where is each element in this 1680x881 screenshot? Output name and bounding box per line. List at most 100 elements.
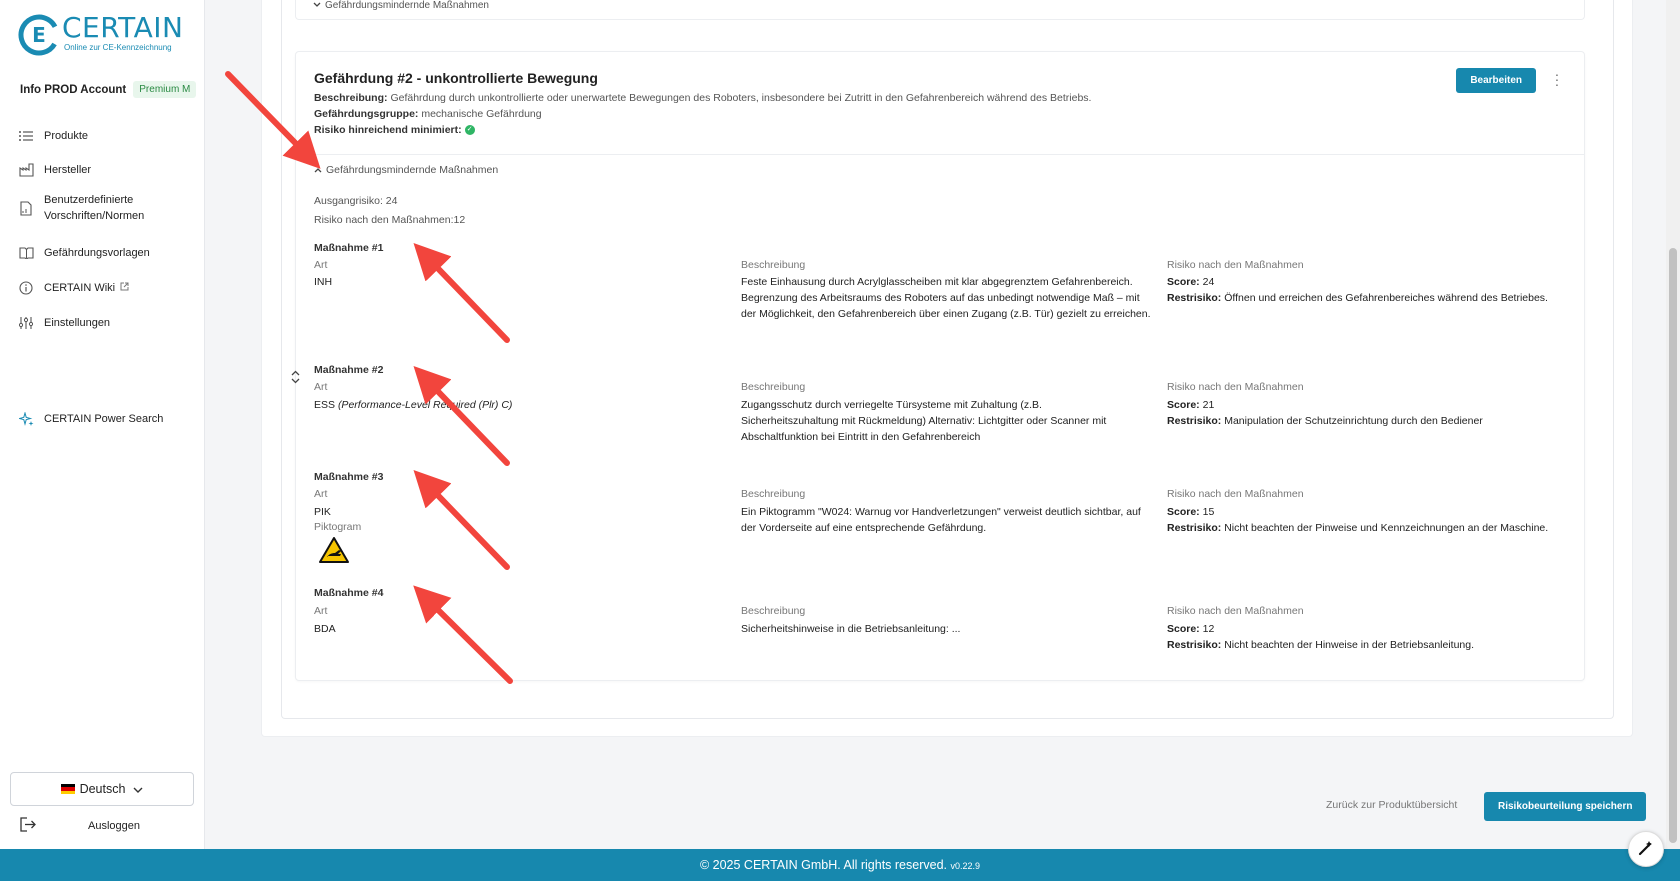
sidebar-item-gefaehrdungsvorlagen[interactable]: Gefährdungsvorlagen: [18, 245, 150, 261]
group-text: mechanische Gefährdung: [421, 108, 542, 120]
hazard-group: Gefährdungsgruppe: mechanische Gefährdun…: [314, 108, 542, 120]
score-value: 12: [1202, 623, 1215, 635]
edit-button[interactable]: Bearbeiten: [1456, 68, 1536, 93]
copyright: © 2025 CERTAIN GmbH. All rights reserved…: [699, 858, 947, 872]
brand-tagline: Online zur CE-Kennzeichnung: [64, 43, 172, 52]
risk-label: Risiko nach den Maßnahmen: [1167, 259, 1304, 271]
sidebar-item-label: CERTAIN Power Search: [44, 413, 164, 425]
chevron-down-icon: [313, 0, 321, 11]
desc-value: Ein Piktogramm "W024: Warnug vor Handver…: [741, 506, 1141, 534]
prev-mitigation-toggle[interactable]: Gefährdungsmindernde Maßnahmen: [313, 0, 489, 11]
sparkle-icon: [18, 411, 34, 427]
back-to-products-link[interactable]: Zurück zur Produktübersicht: [1326, 799, 1457, 811]
more-options-icon[interactable]: · · ·: [1554, 67, 1560, 91]
risk-label: Risiko nach den Maßnahmen: [1167, 488, 1304, 500]
sidebar-item-label: Hersteller: [44, 164, 92, 176]
residual-line: Restrisiko: Öffnen und erreichen des Gef…: [1167, 290, 1567, 306]
mitigation-toggle[interactable]: Gefährdungsmindernde Maßnahmen: [314, 164, 498, 176]
document-icon: [18, 200, 34, 216]
art-extra: (Performance-Level Required (Plr) C): [337, 399, 513, 411]
sidebar-item-einstellungen[interactable]: Einstellungen: [18, 315, 110, 331]
residual-value: Nicht beachten der Pinweise und Kennzeic…: [1224, 522, 1549, 534]
certain-logo[interactable]: E CERTAIN Online zur CE-Kennzeichnung: [18, 14, 183, 56]
desc-value: Feste Einhausung durch Acrylglasscheiben…: [741, 276, 1151, 320]
residual-line: Restrisiko: Manipulation der Schutzeinri…: [1167, 413, 1567, 429]
external-link-icon: [120, 282, 129, 294]
desc-value: Sicherheitshinweise in die Betriebsanlei…: [741, 623, 961, 635]
chevron-down-icon: [133, 782, 143, 796]
version: v0.22.9: [950, 861, 981, 871]
logout-icon: [20, 817, 36, 835]
art-code: ESS: [314, 399, 336, 411]
hazard-minimized: Risiko hinreichend minimiert: ✓: [314, 124, 475, 136]
measure-title: Maßnahme #4: [314, 587, 384, 599]
reorder-chevrons-icon[interactable]: [291, 370, 300, 385]
score-line: Score: 21: [1167, 397, 1214, 413]
sidebar-item-power-search[interactable]: CERTAIN Power Search: [18, 411, 163, 427]
minimized-label: Risiko hinreichend minimiert:: [314, 124, 462, 136]
desc-label: Beschreibung: [741, 381, 806, 393]
info-icon: [18, 280, 34, 296]
score-line: Score: 24: [1167, 274, 1214, 290]
sidebar-item-label: CERTAIN Wiki: [44, 282, 116, 294]
hazard-header: Gefährdung #2 - unkontrollierte Bewegung…: [296, 52, 1584, 155]
sidebar-item-label: Gefährdungsvorlagen: [44, 247, 150, 259]
sliders-icon: [18, 315, 34, 331]
sidebar-item-produkte[interactable]: Produkte: [18, 128, 88, 144]
page-scrollbar[interactable]: [1666, 0, 1680, 849]
page-footer: © 2025 CERTAIN GmbH. All rights reserved…: [0, 849, 1680, 881]
language-select[interactable]: Deutsch: [10, 772, 194, 806]
art-value: ESS (Performance-Level Required (Plr) C): [314, 397, 512, 413]
residual-label: Restrisiko:: [1167, 415, 1222, 427]
measure-title: Maßnahme #3: [314, 471, 384, 483]
german-flag-icon: [60, 784, 75, 794]
score-label: Score:: [1167, 623, 1200, 635]
logout-label: Ausloggen: [88, 820, 140, 832]
sidebar-item-hersteller[interactable]: Hersteller: [18, 162, 91, 178]
desc-value: Zugangsschutz durch verriegelte Türsyste…: [741, 399, 1107, 443]
score-value: 24: [1202, 276, 1215, 288]
residual-label: Restrisiko:: [1167, 292, 1222, 304]
book-icon: [18, 245, 34, 261]
desc-label: Beschreibung: [741, 259, 806, 271]
sidebar-item-label: Einstellungen: [44, 317, 111, 329]
toggle-label: Gefährdungsmindernde Maßnahmen: [325, 0, 489, 11]
sidebar-item-label: Produkte: [44, 130, 89, 142]
residual-value: Nicht beachten der Hinweise in der Betri…: [1224, 639, 1475, 651]
hazard-title: Gefährdung #2 - unkontrollierte Bewegung: [314, 70, 598, 86]
hand-injury-warning-icon: [318, 536, 350, 567]
logout-button[interactable]: Ausloggen: [20, 817, 140, 835]
art-value: BDA: [314, 623, 336, 635]
risk-after-measures: Risiko nach den Maßnahmen:12: [314, 214, 466, 226]
art-label: Art: [314, 259, 328, 271]
quick-action-button[interactable]: [1628, 831, 1664, 867]
plan-badge: Premium M: [133, 81, 197, 98]
sidebar-item-wiki[interactable]: CERTAIN Wiki: [18, 280, 129, 296]
score-label: Score:: [1167, 506, 1200, 518]
toggle-label: Gefährdungsmindernde Maßnahmen: [326, 164, 499, 176]
residual-value: Öffnen und erreichen des Gefahrenbereich…: [1224, 292, 1548, 304]
save-risk-assessment-button[interactable]: Risikobeurteilung speichern: [1484, 792, 1647, 821]
residual-label: Restrisiko:: [1167, 639, 1222, 651]
main-content: Gefährdungsmindernde Maßnahmen Gefährdun…: [205, 0, 1666, 849]
chevron-up-icon: [314, 164, 322, 176]
sidebar-item-vorschriften[interactable]: Benutzerdefinierte Vorschriften/Normen: [18, 192, 144, 224]
account-info: Info PROD Account Premium M: [20, 81, 197, 98]
wand-icon: [1637, 839, 1655, 860]
art-value: PIK: [314, 506, 331, 518]
initial-risk: Ausgangrisiko: 24: [314, 195, 398, 207]
score-line: Score: 15: [1167, 504, 1214, 520]
score-line: Score: 12: [1167, 621, 1214, 637]
svg-text:E: E: [32, 23, 46, 47]
score-label: Score:: [1167, 276, 1200, 288]
brand-name: CERTAIN: [62, 11, 184, 44]
art-label: Art: [314, 381, 328, 393]
description-label: Beschreibung:: [314, 92, 388, 104]
hazard-card: Gefährdung #2 - unkontrollierte Bewegung…: [295, 51, 1585, 681]
check-circle-icon: ✓: [464, 125, 475, 136]
residual-line: Restrisiko: Nicht beachten der Pinweise …: [1167, 520, 1577, 536]
sidebar: E CERTAIN Online zur CE-Kennzeichnung In…: [0, 0, 205, 849]
factory-icon: [18, 162, 34, 178]
scrollbar-thumb[interactable]: [1669, 248, 1677, 843]
residual-line: Restrisiko: Nicht beachten der Hinweise …: [1167, 637, 1567, 653]
